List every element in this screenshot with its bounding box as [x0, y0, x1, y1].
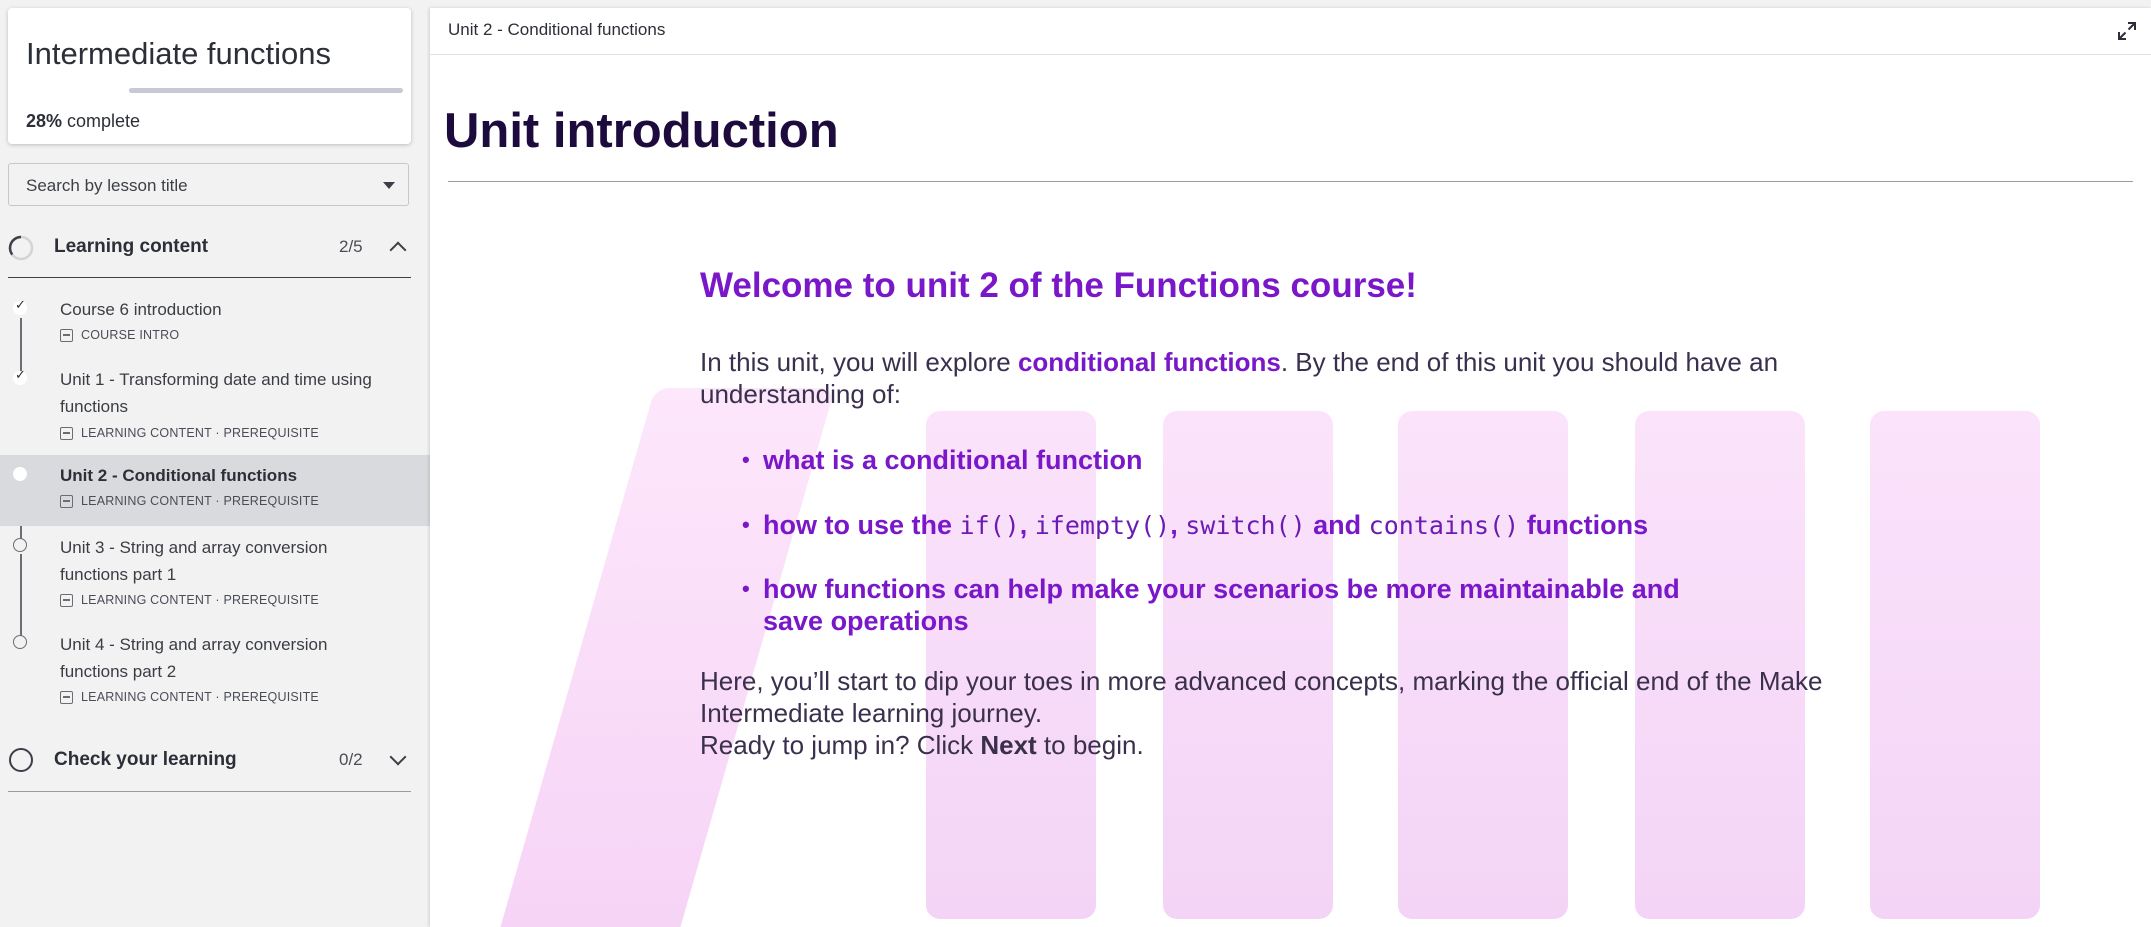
lesson-meta: LEARNING CONTENT · PREREQUISITE	[60, 425, 319, 441]
separator: and	[1305, 510, 1369, 540]
current-lesson-dot-icon	[13, 467, 27, 481]
progress-bar-fill	[129, 88, 206, 93]
call-to-action-paragraph: Ready to jump in? Click Next to begin.	[700, 729, 1860, 761]
progress-suffix: complete	[62, 111, 141, 131]
lesson-search-placeholder: Search by lesson title	[26, 176, 188, 195]
chevron-up-icon[interactable]	[389, 241, 407, 259]
section-progress-ring-icon	[9, 748, 33, 772]
code-snippet: switch()	[1185, 511, 1306, 540]
lesson-meta: LEARNING CONTENT · PREREQUISITE	[60, 689, 319, 705]
learning-goals-list: what is a conditional function	[700, 444, 1860, 476]
expand-fullscreen-icon[interactable]	[2117, 21, 2137, 41]
welcome-heading: Welcome to unit 2 of the Functions cours…	[700, 266, 1417, 305]
breadcrumb: Unit 2 - Conditional functions	[448, 20, 666, 39]
cta-prefix: Ready to jump in? Click	[700, 730, 981, 760]
section-count: 0/2	[339, 750, 363, 769]
learning-goals-list: how functions can help make your scenari…	[700, 573, 1700, 637]
learning-goal-text: how functions can help make your scenari…	[763, 574, 1680, 636]
learning-goal-text: functions	[1519, 510, 1649, 540]
progress-bar	[129, 88, 403, 93]
completed-check-icon	[13, 298, 27, 315]
lesson-title: Unit 4 - String and array conversion fun…	[60, 635, 328, 681]
lesson-meta-text: LEARNING CONTENT · PREREQUISITE	[81, 593, 319, 607]
lesson-meta-text: LEARNING CONTENT · PREREQUISITE	[81, 426, 319, 440]
progress-text: 28% complete	[26, 111, 140, 132]
lesson-meta-text: LEARNING CONTENT · PREREQUISITE	[81, 690, 319, 704]
lesson-meta: LEARNING CONTENT · PREREQUISITE	[60, 493, 319, 509]
course-sidebar: Intermediate functions 28% complete Sear…	[0, 0, 430, 927]
lesson-title: Unit 1 - Transforming date and time usin…	[60, 370, 372, 416]
lesson-meta: COURSE INTRO	[60, 327, 179, 343]
title-divider	[448, 181, 2133, 182]
video-icon	[60, 427, 73, 441]
section-learning-content[interactable]: Learning content 2/5	[0, 219, 411, 277]
code-snippet: contains()	[1368, 511, 1520, 540]
code-snippet: if()	[959, 511, 1020, 540]
learning-goal-item: what is a conditional function	[700, 444, 1860, 476]
cta-suffix: to begin.	[1036, 730, 1144, 760]
learning-goal-item: how to use the if(), ifempty(), switch()…	[700, 509, 1860, 542]
lesson-title: Unit 2 - Conditional functions	[60, 466, 298, 485]
journey-paragraph: Here, you’ll start to dip your toes in m…	[700, 666, 1823, 728]
lesson-content-panel: Unit 2 - Conditional functions Unit intr…	[430, 8, 2151, 927]
completed-check-icon	[13, 368, 27, 385]
intro-prefix: In this unit, you will explore	[700, 347, 1018, 377]
section-count: 2/5	[339, 237, 363, 256]
progress-percent: 28%	[26, 111, 63, 131]
intro-paragraph: In this unit, you will explore condition…	[700, 346, 1840, 410]
lesson-title: Unit 3 - String and array conversion fun…	[60, 538, 328, 584]
learning-goal-text: how to use the	[763, 510, 960, 540]
lesson-meta-text: COURSE INTRO	[81, 328, 180, 342]
lesson-meta: LEARNING CONTENT · PREREQUISITE	[60, 592, 319, 608]
not-started-circle-icon	[13, 635, 27, 649]
lesson-item-course-intro[interactable]: Course 6 introduction COURSE INTRO	[0, 292, 430, 352]
lesson-item-unit-1[interactable]: Unit 1 - Transforming date and time usin…	[0, 362, 430, 450]
section-progress-ring-icon	[8, 235, 34, 261]
section-title: Learning content	[54, 236, 209, 257]
section-divider	[8, 791, 411, 792]
document-icon	[60, 329, 73, 343]
section-divider	[8, 277, 411, 278]
lesson-meta-text: LEARNING CONTENT · PREREQUISITE	[81, 494, 319, 508]
lesson-title: Course 6 introduction	[60, 300, 222, 319]
lesson-item-unit-3[interactable]: Unit 3 - String and array conversion fun…	[0, 532, 430, 622]
caret-down-icon	[383, 182, 395, 189]
video-icon	[60, 495, 73, 509]
separator: ,	[1170, 510, 1186, 540]
lesson-item-unit-2[interactable]: Unit 2 - Conditional functions LEARNING …	[0, 455, 430, 526]
not-started-circle-icon	[13, 538, 27, 552]
course-title: Intermediate functions	[26, 36, 332, 71]
page-title: Unit introduction	[444, 104, 839, 158]
section-check-your-learning[interactable]: Check your learning 0/2	[0, 732, 411, 790]
lesson-item-unit-4[interactable]: Unit 4 - String and array conversion fun…	[0, 629, 430, 719]
learning-goal-text: what is a conditional function	[763, 445, 1143, 475]
section-title: Check your learning	[54, 749, 237, 770]
learning-goal-item: how functions can help make your scenari…	[700, 573, 1700, 637]
video-icon	[60, 691, 73, 705]
decorative-bar	[1870, 411, 2040, 919]
code-snippet: ifempty()	[1034, 511, 1171, 540]
cta-next: Next	[980, 730, 1037, 760]
separator: ,	[1019, 510, 1035, 540]
chevron-down-icon[interactable]	[389, 748, 407, 766]
lesson-search-select[interactable]: Search by lesson title	[8, 163, 409, 206]
learning-goals-list: how to use the if(), ifempty(), switch()…	[700, 509, 1860, 542]
course-progress-card: Intermediate functions 28% complete	[8, 8, 411, 144]
video-icon	[60, 594, 73, 608]
intro-highlight: conditional functions	[1017, 347, 1281, 377]
lesson-topbar: Unit 2 - Conditional functions	[430, 8, 2151, 55]
intro-content: Welcome to unit 2 of the Functions cours…	[700, 266, 1890, 906]
